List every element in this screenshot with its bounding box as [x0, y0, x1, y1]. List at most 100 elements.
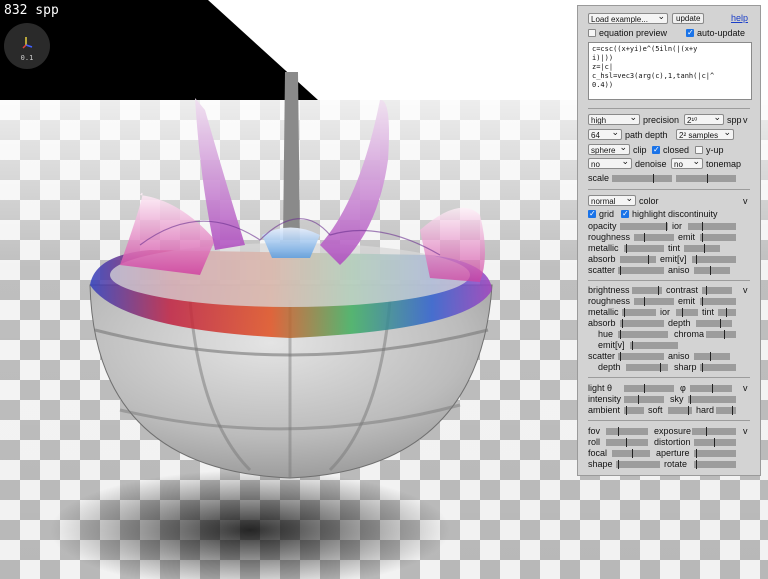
roll-knob[interactable] — [626, 438, 627, 447]
update-button[interactable]: update — [672, 13, 705, 24]
base-absorb-knob[interactable] — [622, 319, 623, 328]
hue-slider[interactable] — [618, 330, 668, 339]
base-ior-slider[interactable] — [676, 308, 698, 317]
collapse-render-icon[interactable]: v — [743, 114, 748, 126]
light-phi-knob[interactable] — [712, 384, 713, 393]
shape-knob[interactable] — [618, 460, 619, 469]
sharp-knob[interactable] — [702, 363, 703, 372]
chroma-slider[interactable] — [706, 330, 736, 339]
path-depth-select[interactable]: 64 — [588, 129, 622, 140]
rotate-knob[interactable] — [696, 460, 697, 469]
base-emit-knob[interactable] — [702, 297, 703, 306]
light-theta-slider[interactable] — [624, 384, 674, 393]
closed-checkbox[interactable] — [652, 144, 660, 156]
brightness-knob[interactable] — [658, 286, 659, 295]
hard-slider[interactable] — [716, 406, 736, 415]
opacity-slider[interactable] — [620, 222, 668, 231]
intensity-knob[interactable] — [638, 395, 639, 404]
light-theta-knob[interactable] — [644, 384, 645, 393]
absorb-knob[interactable] — [648, 255, 649, 264]
scale-slider[interactable] — [612, 174, 672, 183]
base-emit-slider[interactable] — [700, 297, 736, 306]
distortion-slider[interactable] — [694, 438, 736, 447]
equation-editor[interactable]: c=csc((x+yi)e^(5iln(|(x+y i)|)) z=|c| c_… — [588, 42, 752, 100]
spp-select[interactable]: 2¹⁰ — [684, 114, 724, 125]
load-example-select[interactable]: Load example... — [588, 13, 668, 24]
hard-knob[interactable] — [732, 406, 733, 415]
precision-select[interactable]: high — [588, 114, 640, 125]
scatter-slider[interactable] — [618, 266, 664, 275]
absorb-slider[interactable] — [620, 255, 656, 264]
base-depth-slider[interactable] — [696, 319, 732, 328]
axes-gizmo[interactable]: 0.1 — [4, 23, 50, 69]
auto-update-checkbox[interactable] — [686, 27, 694, 39]
base-tint-slider[interactable] — [718, 308, 736, 317]
base-depth-knob[interactable] — [720, 319, 721, 328]
contrast-slider[interactable] — [702, 286, 732, 295]
scatter-knob[interactable] — [620, 266, 621, 275]
base-emit-v-knob[interactable] — [632, 341, 633, 350]
intensity-slider[interactable] — [624, 395, 664, 404]
tint-slider[interactable] — [684, 244, 720, 253]
base-metallic-slider[interactable] — [622, 308, 656, 317]
help-link[interactable]: help — [731, 13, 748, 23]
opacity-knob[interactable] — [666, 222, 667, 231]
fov-knob[interactable] — [618, 427, 619, 436]
sharp-slider[interactable] — [700, 363, 736, 372]
rotate-slider[interactable] — [694, 460, 736, 469]
brightness-slider[interactable] — [632, 286, 662, 295]
contrast-knob[interactable] — [706, 286, 707, 295]
emit-slider[interactable] — [700, 233, 736, 242]
aniso-knob[interactable] — [710, 266, 711, 275]
denoise-select[interactable]: no — [588, 158, 632, 169]
emit-v-knob[interactable] — [696, 255, 697, 264]
light-phi-slider[interactable] — [690, 384, 732, 393]
focal-knob[interactable] — [632, 449, 633, 458]
ior-knob[interactable] — [702, 222, 703, 231]
ior-slider[interactable] — [688, 222, 736, 231]
roll-slider[interactable] — [606, 438, 648, 447]
aperture-knob[interactable] — [696, 449, 697, 458]
distortion-knob[interactable] — [714, 438, 715, 447]
clip-select[interactable]: sphere — [588, 144, 630, 155]
base-metallic-knob[interactable] — [624, 308, 625, 317]
grid-checkbox[interactable] — [588, 208, 596, 220]
metallic-knob[interactable] — [626, 244, 627, 253]
emit-v-slider[interactable] — [692, 255, 736, 264]
scale-offset-slider[interactable] — [676, 174, 736, 183]
base-depth2-slider[interactable] — [626, 363, 668, 372]
scale-slider-knob[interactable] — [652, 174, 654, 183]
base-aniso-knob[interactable] — [710, 352, 711, 361]
aperture-slider[interactable] — [694, 449, 736, 458]
shape-slider[interactable] — [616, 460, 660, 469]
base-scatter-slider[interactable] — [618, 352, 664, 361]
collapse-material-icon[interactable]: v — [743, 195, 748, 207]
hue-knob[interactable] — [620, 330, 621, 339]
aniso-slider[interactable] — [694, 266, 730, 275]
chroma-knob[interactable] — [724, 330, 725, 339]
fov-slider[interactable] — [606, 427, 648, 436]
emit-knob[interactable] — [702, 233, 703, 242]
base-roughness-knob[interactable] — [644, 297, 645, 306]
equation-preview-checkbox[interactable] — [588, 29, 596, 37]
sky-knob[interactable] — [690, 395, 691, 404]
base-ior-knob[interactable] — [682, 308, 683, 317]
metallic-slider[interactable] — [624, 244, 664, 253]
exposure-knob[interactable] — [706, 427, 707, 436]
exposure-slider[interactable] — [692, 427, 736, 436]
base-scatter-knob[interactable] — [620, 352, 621, 361]
tonemap-select[interactable]: no — [671, 158, 703, 169]
color-mode-select[interactable]: normal — [588, 195, 636, 206]
highlight-checkbox[interactable] — [621, 208, 629, 220]
tint-knob[interactable] — [704, 244, 705, 253]
soft-slider[interactable] — [668, 406, 692, 415]
sky-slider[interactable] — [688, 395, 736, 404]
base-depth2-knob[interactable] — [660, 363, 661, 372]
y-up-checkbox[interactable] — [695, 146, 703, 154]
base-aniso-slider[interactable] — [694, 352, 730, 361]
base-emit-v-slider[interactable] — [630, 341, 678, 350]
samples-select[interactable]: 2² samples — [676, 129, 734, 140]
base-absorb-slider[interactable] — [620, 319, 664, 328]
ambient-slider[interactable] — [624, 406, 644, 415]
focal-slider[interactable] — [612, 449, 650, 458]
